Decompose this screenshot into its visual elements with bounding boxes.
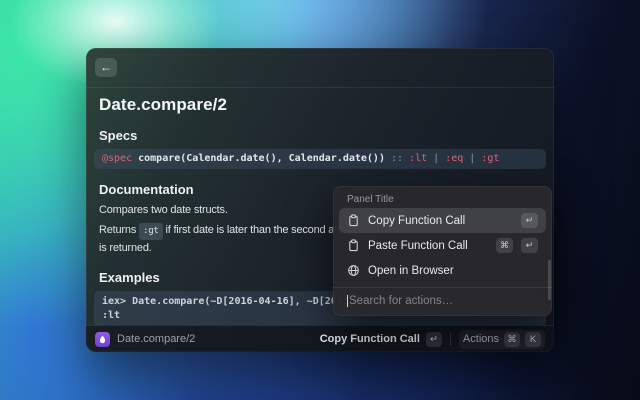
spec-token: @spec bbox=[102, 153, 138, 164]
primary-action-button[interactable]: Copy Function Call bbox=[320, 333, 420, 345]
spec-token: :gt bbox=[481, 153, 499, 164]
clipboard-icon bbox=[347, 214, 360, 227]
spec-token: :lt bbox=[409, 153, 427, 164]
doc-text: if first date is later than the second a… bbox=[166, 224, 347, 236]
back-button[interactable]: ← bbox=[95, 58, 117, 77]
specs-heading: Specs bbox=[99, 128, 541, 143]
inline-code-chip: :gt bbox=[139, 223, 163, 240]
action-item-copy-function-call[interactable]: Copy Function Call ↵ bbox=[339, 208, 546, 233]
spec-token: | bbox=[463, 153, 481, 164]
panel-title: Panel Title bbox=[333, 186, 552, 208]
actions-label: Actions bbox=[463, 333, 499, 345]
panel-scrollbar[interactable] bbox=[548, 260, 551, 300]
actions-button[interactable]: Actions ⌘ K bbox=[459, 330, 545, 349]
spec-token: | bbox=[427, 153, 445, 164]
action-item-label: Open in Browser bbox=[368, 265, 454, 277]
return-key-badge: ↵ bbox=[521, 213, 538, 228]
spec-code-block: @spec compare(Calendar.date(), Calendar.… bbox=[94, 149, 546, 169]
app-label: Date.compare/2 bbox=[117, 333, 195, 345]
spec-token: :: bbox=[391, 153, 409, 164]
return-key-badge: ↵ bbox=[426, 332, 442, 347]
bar-divider bbox=[450, 333, 451, 346]
search-placeholder: Search for actions… bbox=[349, 295, 453, 307]
doc-text: Returns bbox=[99, 224, 136, 236]
return-key-badge: ↵ bbox=[521, 238, 538, 253]
window-header: ← bbox=[86, 48, 554, 88]
spec-token: compare(Calendar.date(), Calendar.date()… bbox=[138, 153, 391, 164]
command-key-badge: ⌘ bbox=[496, 238, 513, 253]
globe-icon bbox=[347, 264, 360, 277]
bottom-bar-right: Copy Function Call ↵ Actions ⌘ K bbox=[320, 330, 545, 349]
doc-text: is returned. bbox=[99, 242, 152, 254]
actions-search-input[interactable]: Search for actions… bbox=[333, 287, 552, 314]
text-caret bbox=[347, 295, 348, 307]
page-title: Date.compare/2 bbox=[99, 95, 541, 115]
action-item-label: Paste Function Call bbox=[368, 240, 468, 252]
panel-rows: Copy Function Call ↵ Paste Function Call… bbox=[333, 208, 552, 283]
elixir-drop-icon bbox=[95, 332, 110, 347]
action-item-label: Copy Function Call bbox=[368, 215, 465, 227]
spec-token: :eq bbox=[445, 153, 463, 164]
actions-panel: Panel Title Copy Function Call ↵ Paste F… bbox=[333, 186, 552, 316]
action-item-paste-function-call[interactable]: Paste Function Call ⌘ ↵ bbox=[339, 233, 546, 258]
k-key-badge: K bbox=[525, 332, 541, 347]
action-item-open-in-browser[interactable]: Open in Browser bbox=[339, 258, 546, 283]
clipboard-icon bbox=[347, 239, 360, 252]
command-key-badge: ⌘ bbox=[504, 332, 520, 347]
bottom-bar: Date.compare/2 Copy Function Call ↵ Acti… bbox=[86, 325, 554, 352]
